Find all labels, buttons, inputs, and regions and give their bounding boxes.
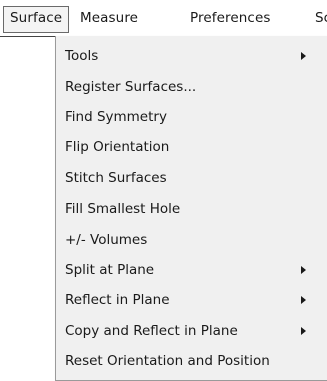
menu-sculpt[interactable]: Scu: [315, 0, 327, 36]
menu-item-copy-and-reflect-in-plane[interactable]: Copy and Reflect in Plane: [56, 316, 327, 346]
chevron-right-icon: [301, 52, 306, 60]
menu-measure[interactable]: Measure: [80, 0, 138, 36]
menu-item-volumes[interactable]: +/- Volumes: [56, 225, 327, 255]
menu-item-label: Split at Plane: [65, 262, 155, 278]
menu-item-stitch-surfaces[interactable]: Stitch Surfaces: [56, 163, 327, 193]
menu-item-label: Flip Orientation: [65, 139, 170, 155]
menu-item-split-at-plane[interactable]: Split at Plane: [56, 255, 327, 285]
menu-item-label: Find Symmetry: [65, 109, 167, 125]
menu-item-label: Register Surfaces...: [65, 79, 197, 95]
menu-item-label: Tools: [65, 48, 99, 64]
menu-item-label: Stitch Surfaces: [65, 170, 167, 186]
menu-item-label: Fill Smallest Hole: [65, 201, 181, 217]
menu-bar: Surface Measure Preferences Scu: [0, 0, 327, 37]
menu-item-reflect-in-plane[interactable]: Reflect in Plane: [56, 285, 327, 315]
menu-item-tools[interactable]: Tools: [56, 41, 327, 71]
chevron-right-icon: [301, 327, 306, 335]
chevron-right-icon: [301, 296, 306, 304]
menu-surface[interactable]: Surface: [3, 6, 70, 33]
menu-item-reset-orientation-and-position[interactable]: Reset Orientation and Position: [56, 346, 327, 376]
menu-item-label: Copy and Reflect in Plane: [65, 323, 238, 339]
menu-item-find-symmetry[interactable]: Find Symmetry: [56, 102, 327, 132]
surface-dropdown-menu: Tools Register Surfaces... Find Symmetry…: [55, 36, 327, 381]
menu-bar-divider: [0, 36, 56, 37]
menu-item-fill-smallest-hole[interactable]: Fill Smallest Hole: [56, 194, 327, 224]
menu-item-flip-orientation[interactable]: Flip Orientation: [56, 132, 327, 162]
menu-item-label: Reset Orientation and Position: [65, 353, 270, 369]
menu-item-label: +/- Volumes: [65, 232, 148, 248]
chevron-right-icon: [301, 266, 306, 274]
menu-preferences[interactable]: Preferences: [190, 0, 271, 36]
menu-item-label: Reflect in Plane: [65, 292, 170, 308]
menu-item-register-surfaces[interactable]: Register Surfaces...: [56, 72, 327, 102]
